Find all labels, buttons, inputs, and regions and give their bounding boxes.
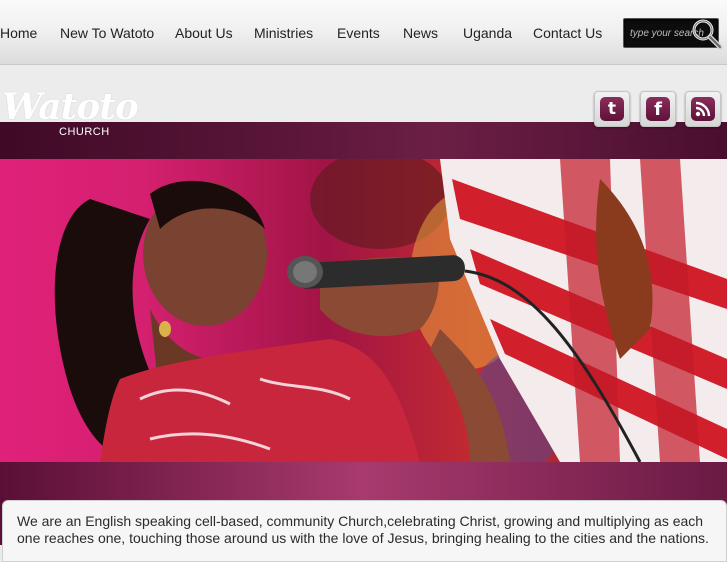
top-navigation: Home New To Watoto About Us Ministries E… bbox=[0, 0, 727, 65]
nav-item-news[interactable]: News bbox=[403, 25, 438, 41]
rss-icon bbox=[691, 97, 715, 121]
rss-glyph bbox=[695, 101, 711, 117]
nav-item-contact-us[interactable]: Contact Us bbox=[533, 25, 602, 41]
nav-item-uganda[interactable]: Uganda bbox=[463, 25, 512, 41]
logo-subtitle: CHURCH bbox=[59, 126, 110, 138]
intro-panel: We are an English speaking cell-based, c… bbox=[2, 500, 727, 562]
twitter-glyph: t bbox=[607, 99, 617, 119]
nav-item-home[interactable]: Home bbox=[0, 25, 37, 41]
site-logo[interactable]: Watoto CHURCH bbox=[0, 86, 139, 142]
facebook-button[interactable]: f bbox=[640, 91, 676, 127]
logo-wordmark: Watoto bbox=[2, 86, 139, 128]
intro-text: We are an English speaking cell-based, c… bbox=[17, 513, 709, 546]
search-icon[interactable] bbox=[689, 17, 723, 51]
nav-item-about-us[interactable]: About Us bbox=[175, 25, 233, 41]
facebook-icon: f bbox=[646, 97, 670, 121]
hero-banner-image bbox=[0, 159, 727, 462]
twitter-icon: t bbox=[600, 97, 624, 121]
facebook-glyph: f bbox=[654, 99, 662, 120]
hero-illustration bbox=[54, 159, 727, 462]
nav-item-new-to-watoto[interactable]: New To Watoto bbox=[60, 25, 154, 41]
nav-item-ministries[interactable]: Ministries bbox=[254, 25, 313, 41]
rss-button[interactable] bbox=[685, 91, 721, 127]
nav-item-events[interactable]: Events bbox=[337, 25, 380, 41]
twitter-button[interactable]: t bbox=[594, 91, 630, 127]
